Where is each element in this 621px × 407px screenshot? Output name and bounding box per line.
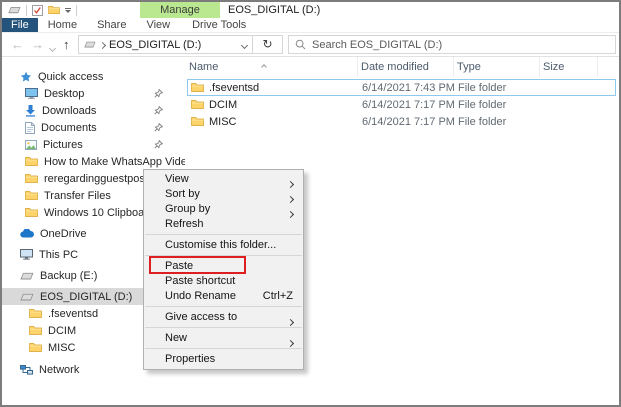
refresh-button[interactable]: ↻ <box>252 35 283 54</box>
context-menu: View Sort by Group by Refresh Customise … <box>143 169 304 370</box>
menu-item-paste-shortcut[interactable]: Paste shortcut <box>144 274 303 289</box>
tab-file[interactable]: File <box>2 18 38 32</box>
recent-locations-chevron-icon[interactable] <box>50 42 55 54</box>
ribbon-tab-bar: File Home Share View Drive Tools <box>2 18 619 33</box>
drive-icon <box>84 41 96 48</box>
column-header-type[interactable]: Type <box>454 57 540 77</box>
new-folder-icon[interactable] <box>48 5 60 15</box>
folder-icon <box>25 173 38 184</box>
pin-icon[interactable] <box>154 123 163 132</box>
search-input[interactable] <box>312 39 609 51</box>
toolbar-separator <box>26 5 27 16</box>
menu-separator <box>145 234 302 235</box>
menu-separator <box>145 255 302 256</box>
sidebar-item-quick-access[interactable]: Quick access <box>2 68 185 85</box>
up-icon[interactable]: ↑ <box>63 36 70 53</box>
network-icon <box>20 365 33 375</box>
menu-item-properties[interactable]: Properties <box>144 352 303 367</box>
menu-item-undo-rename[interactable]: Undo RenameCtrl+Z <box>144 289 303 304</box>
folder-icon <box>29 325 42 336</box>
drive-icon <box>20 293 34 301</box>
pin-icon[interactable] <box>154 140 163 149</box>
tab-drive-tools[interactable]: Drive Tools <box>182 18 256 32</box>
menu-shortcut: Ctrl+Z <box>263 289 293 304</box>
back-icon[interactable]: ← <box>11 36 24 53</box>
pin-icon[interactable] <box>154 106 163 115</box>
breadcrumb[interactable]: EOS_DIGITAL (D:) <box>109 39 201 51</box>
file-row-misc[interactable]: MISC 6/14/2021 7:17 PM File folder <box>187 113 616 130</box>
file-row-fseventsd[interactable]: .fseventsd 6/14/2021 7:43 PM File folder <box>187 79 616 96</box>
menu-item-refresh[interactable]: Refresh <box>144 217 303 232</box>
sidebar-item-documents[interactable]: Documents <box>2 119 185 136</box>
submenu-arrow-icon <box>288 315 293 330</box>
column-header-date-modified[interactable]: Date modified <box>358 57 454 77</box>
pc-icon <box>20 249 33 260</box>
sidebar-item-pictures[interactable]: Pictures <box>2 136 185 153</box>
explorer-window: Manage EOS_DIGITAL (D:) File Home Share … <box>0 0 621 407</box>
address-bar: ← → ↑ EOS_DIGITAL (D:) ↻ <box>2 33 619 57</box>
file-row-dcim[interactable]: DCIM 6/14/2021 7:17 PM File folder <box>187 96 616 113</box>
folder-icon <box>25 207 38 218</box>
tab-home[interactable]: Home <box>38 18 87 32</box>
folder-icon <box>25 156 38 167</box>
search-box[interactable] <box>288 35 616 54</box>
folder-icon <box>191 116 204 127</box>
properties-check-icon[interactable] <box>32 5 43 16</box>
drive-icon <box>8 6 21 14</box>
tab-share[interactable]: Share <box>87 18 136 32</box>
menu-item-customise-this-folder[interactable]: Customise this folder... <box>144 238 303 253</box>
customize-toolbar-caret-icon[interactable] <box>65 8 71 13</box>
folder-icon <box>29 308 42 319</box>
sidebar-item-folder[interactable]: How to Make WhatsApp Video Call <box>2 153 185 170</box>
toolbar-separator <box>76 5 77 16</box>
submenu-arrow-icon <box>288 336 293 351</box>
monitor-icon <box>25 88 38 99</box>
quick-access-toolbar <box>8 3 77 17</box>
picture-icon <box>25 140 37 150</box>
breadcrumb-chevron-icon <box>100 39 105 51</box>
address-field[interactable]: EOS_DIGITAL (D:) <box>78 35 253 54</box>
menu-item-give-access-to[interactable]: Give access to <box>144 310 303 325</box>
menu-item-group-by[interactable]: Group by <box>144 202 303 217</box>
title-bar: Manage EOS_DIGITAL (D:) <box>2 2 619 18</box>
tab-view[interactable]: View <box>136 18 180 32</box>
menu-separator <box>145 306 302 307</box>
cloud-icon <box>20 229 34 238</box>
forward-icon[interactable]: → <box>31 36 44 53</box>
drive-icon <box>20 272 34 280</box>
folder-icon <box>191 82 204 93</box>
sidebar-item-downloads[interactable]: Downloads <box>2 102 185 119</box>
folder-icon <box>191 99 204 110</box>
window-title: EOS_DIGITAL (D:) <box>228 2 320 18</box>
menu-item-sort-by[interactable]: Sort by <box>144 187 303 202</box>
document-icon <box>25 122 35 134</box>
download-arrow-icon <box>25 105 36 117</box>
menu-item-paste[interactable]: Paste <box>144 259 303 274</box>
sidebar-item-desktop[interactable]: Desktop <box>2 85 185 102</box>
pin-icon[interactable] <box>154 89 163 98</box>
sort-ascending-icon <box>262 60 266 72</box>
menu-separator <box>145 348 302 349</box>
folder-icon <box>29 342 42 353</box>
column-headers: Name Date modified Type Size <box>186 57 619 77</box>
folder-icon <box>25 190 38 201</box>
manage-contextual-tab[interactable]: Manage <box>140 2 220 18</box>
column-header-name[interactable]: Name <box>186 57 358 77</box>
column-header-size[interactable]: Size <box>540 57 598 77</box>
menu-separator <box>145 327 302 328</box>
menu-item-view[interactable]: View <box>144 172 303 187</box>
star-icon <box>20 71 32 83</box>
search-icon <box>295 39 306 50</box>
address-dropdown-icon[interactable] <box>242 39 247 51</box>
menu-item-new[interactable]: New <box>144 331 303 346</box>
